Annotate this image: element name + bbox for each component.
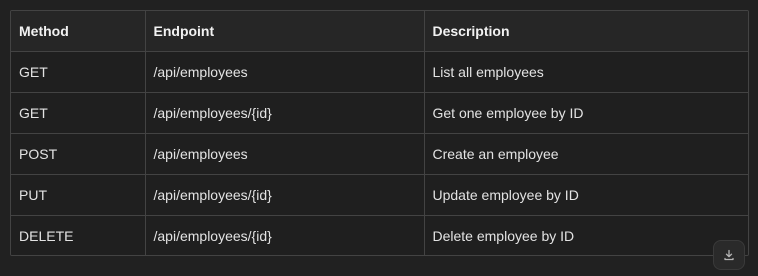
table-header-row: Method Endpoint Description (11, 11, 748, 52)
api-endpoints-table: Method Endpoint Description GET /api/emp… (10, 10, 749, 256)
table-row: POST /api/employees Create an employee (11, 133, 748, 175)
cell-method: DELETE (11, 215, 146, 255)
cell-endpoint: /api/employees/{id} (145, 92, 425, 134)
table-row: GET /api/employees List all employees (11, 51, 748, 93)
cell-endpoint: /api/employees (145, 51, 425, 93)
cell-method: POST (11, 133, 146, 175)
cell-description: List all employees (424, 51, 748, 93)
cell-method: GET (11, 51, 146, 93)
cell-endpoint: /api/employees (145, 133, 425, 175)
cell-method: GET (11, 92, 146, 134)
cell-description: Update employee by ID (424, 174, 748, 216)
table-row: PUT /api/employees/{id} Update employee … (11, 174, 748, 216)
header-method: Method (11, 11, 146, 52)
cell-endpoint: /api/employees/{id} (145, 174, 425, 216)
header-description: Description (424, 11, 748, 52)
table-row: GET /api/employees/{id} Get one employee… (11, 92, 748, 134)
download-icon (723, 249, 735, 261)
cell-description: Create an employee (424, 133, 748, 175)
header-endpoint: Endpoint (145, 11, 425, 52)
cell-endpoint: /api/employees/{id} (145, 215, 425, 255)
cell-description: Get one employee by ID (424, 92, 748, 134)
download-button[interactable] (713, 240, 745, 270)
cell-method: PUT (11, 174, 146, 216)
endpoints-table: Method Endpoint Description GET /api/emp… (11, 11, 748, 255)
table-row: DELETE /api/employees/{id} Delete employ… (11, 215, 748, 255)
cell-description: Delete employee by ID (424, 215, 748, 255)
